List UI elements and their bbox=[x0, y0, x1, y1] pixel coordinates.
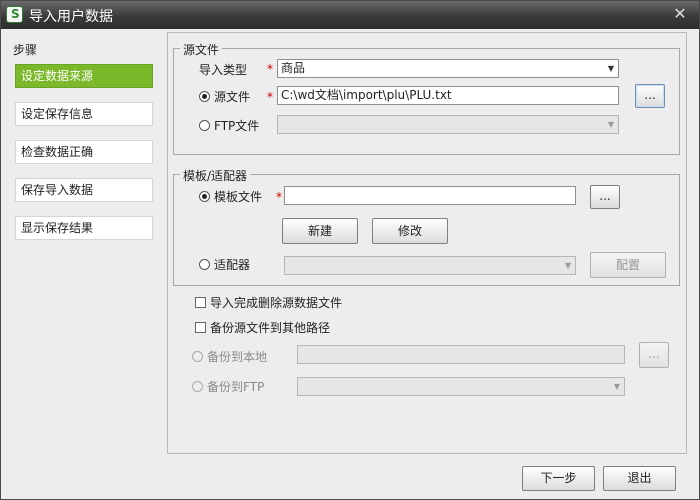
adapter-select[interactable]: ▼ bbox=[284, 256, 576, 275]
step-set-save-info[interactable]: 设定保存信息 bbox=[15, 102, 153, 126]
ftp-file-radio[interactable] bbox=[199, 120, 210, 131]
template-file-radio[interactable] bbox=[199, 191, 210, 202]
backup-local-radio[interactable] bbox=[192, 351, 203, 362]
template-adapter-group: 模板/适配器 模板文件 * ... 新建 修改 适配器 ▼ 配置 bbox=[173, 167, 680, 286]
source-file-group: 源文件 导入类型 * 商品 ▼ 源文件 * C:\wd文档\import\plu… bbox=[173, 41, 680, 155]
source-file-input[interactable]: C:\wd文档\import\plu\PLU.txt bbox=[277, 86, 619, 105]
template-file-label: 模板文件 bbox=[214, 190, 263, 204]
source-file-group-title: 源文件 bbox=[180, 41, 223, 58]
backup-local-browse-button[interactable]: ... bbox=[639, 342, 669, 368]
template-adapter-group-title: 模板/适配器 bbox=[180, 167, 251, 184]
chevron-down-icon: ▼ bbox=[607, 64, 614, 73]
source-file-label: 源文件 bbox=[214, 90, 251, 104]
adapter-radio[interactable] bbox=[199, 259, 210, 270]
required-mark: * bbox=[276, 190, 282, 204]
required-mark: * bbox=[267, 62, 273, 76]
backup-ftp-label: 备份到FTP bbox=[207, 380, 265, 394]
template-browse-button[interactable]: ... bbox=[590, 185, 620, 209]
step-set-data-source[interactable]: 设定数据来源 bbox=[15, 64, 153, 88]
chevron-down-icon: ▼ bbox=[613, 382, 620, 391]
window-title: 导入用户数据 bbox=[29, 9, 113, 25]
step-check-data[interactable]: 检查数据正确 bbox=[15, 140, 153, 164]
delete-source-checkbox[interactable] bbox=[195, 297, 206, 308]
import-type-select[interactable]: 商品 ▼ bbox=[277, 59, 619, 78]
adapter-config-button[interactable]: 配置 bbox=[590, 252, 666, 278]
delete-source-label: 导入完成删除源数据文件 bbox=[210, 296, 343, 310]
backup-source-checkbox[interactable] bbox=[195, 322, 206, 333]
source-file-radio[interactable] bbox=[199, 91, 210, 102]
backup-local-input[interactable] bbox=[297, 345, 625, 364]
close-button[interactable]: ✕ bbox=[669, 4, 691, 24]
exit-button[interactable]: 退出 bbox=[603, 466, 676, 491]
step-show-save-result[interactable]: 显示保存结果 bbox=[15, 216, 153, 240]
main-panel: 源文件 导入类型 * 商品 ▼ 源文件 * C:\wd文档\import\plu… bbox=[167, 32, 687, 454]
backup-ftp-select[interactable]: ▼ bbox=[297, 377, 625, 396]
backup-ftp-radio[interactable] bbox=[192, 381, 203, 392]
app-logo-icon bbox=[6, 6, 23, 23]
new-template-button[interactable]: 新建 bbox=[282, 218, 358, 244]
chevron-down-icon: ▼ bbox=[607, 120, 614, 129]
backup-local-label: 备份到本地 bbox=[207, 350, 268, 364]
ftp-file-label: FTP文件 bbox=[214, 119, 260, 133]
import-type-value: 商品 bbox=[281, 61, 306, 75]
edit-template-button[interactable]: 修改 bbox=[372, 218, 448, 244]
template-file-input[interactable] bbox=[284, 186, 576, 205]
required-mark: * bbox=[267, 90, 273, 104]
next-step-button[interactable]: 下一步 bbox=[522, 466, 595, 491]
adapter-label: 适配器 bbox=[214, 258, 251, 272]
source-browse-button[interactable]: ... bbox=[635, 84, 665, 108]
import-user-data-dialog: 导入用户数据 ✕ 步骤 设定数据来源 设定保存信息 检查数据正确 保存导入数据 … bbox=[0, 0, 700, 500]
chevron-down-icon: ▼ bbox=[564, 261, 571, 270]
ftp-file-select[interactable]: ▼ bbox=[277, 115, 619, 134]
steps-heading: 步骤 bbox=[13, 43, 38, 57]
title-bar: 导入用户数据 ✕ bbox=[1, 1, 699, 29]
import-type-label: 导入类型 bbox=[199, 63, 248, 77]
backup-source-label: 备份源文件到其他路径 bbox=[210, 321, 331, 335]
step-save-import-data[interactable]: 保存导入数据 bbox=[15, 178, 153, 202]
